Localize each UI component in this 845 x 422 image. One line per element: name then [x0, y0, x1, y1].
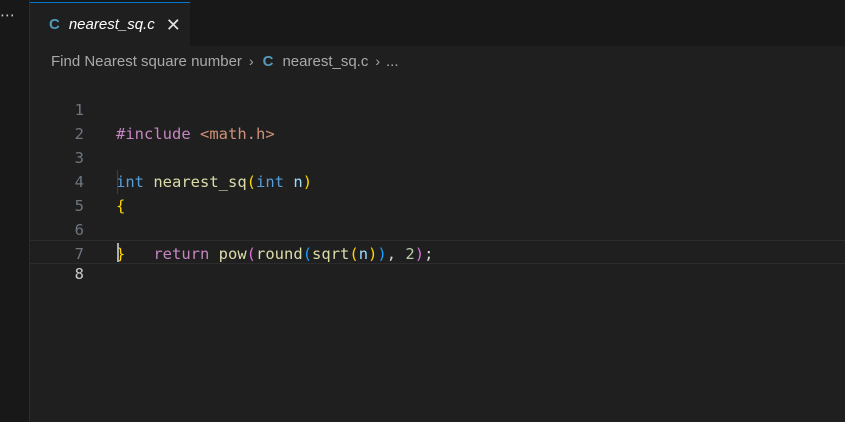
- tab-label: nearest_sq.c: [68, 16, 155, 33]
- code-editor[interactable]: 1 #include <math.h> 2 3 int nearest_sq(i…: [30, 72, 845, 422]
- close-icon[interactable]: ✕: [166, 16, 181, 34]
- code-line[interactable]: 2: [30, 98, 845, 143]
- code-line[interactable]: 4 {: [30, 146, 845, 215]
- breadcrumb-file[interactable]: nearest_sq.c: [282, 53, 368, 70]
- c-language-icon: C: [49, 16, 60, 33]
- text-cursor: [117, 243, 119, 262]
- chevron-right-icon: ›: [375, 53, 381, 69]
- more-actions-icon[interactable]: ⋯: [0, 8, 15, 24]
- code-line-current[interactable]: 8: [30, 240, 845, 283]
- breadcrumb-folder[interactable]: Find Nearest square number: [51, 53, 242, 70]
- line-number: 8: [74, 265, 84, 283]
- indent-guide: [117, 170, 118, 194]
- code-line[interactable]: 5 return pow(round(sqrt(n)), 2);: [30, 170, 845, 263]
- breadcrumb: Find Nearest square number › C nearest_s…: [51, 50, 399, 72]
- breadcrumb-symbols[interactable]: ...: [386, 53, 399, 70]
- code-line[interactable]: 3 int nearest_sq(int n): [30, 122, 845, 191]
- c-language-icon: C: [262, 52, 274, 70]
- editor-window: ⋯ C nearest_sq.c ✕ Find Nearest square n…: [0, 0, 845, 422]
- activity-bar: ⋯: [0, 0, 30, 422]
- code-line[interactable]: 7: [30, 218, 845, 263]
- code-line[interactable]: 1 #include <math.h>: [30, 74, 845, 143]
- tab-nearest-sq-c[interactable]: C nearest_sq.c ✕: [30, 2, 190, 46]
- code-line[interactable]: 6 }: [30, 194, 845, 263]
- tab-bar: C nearest_sq.c ✕: [30, 0, 845, 46]
- chevron-right-icon: ›: [248, 53, 254, 69]
